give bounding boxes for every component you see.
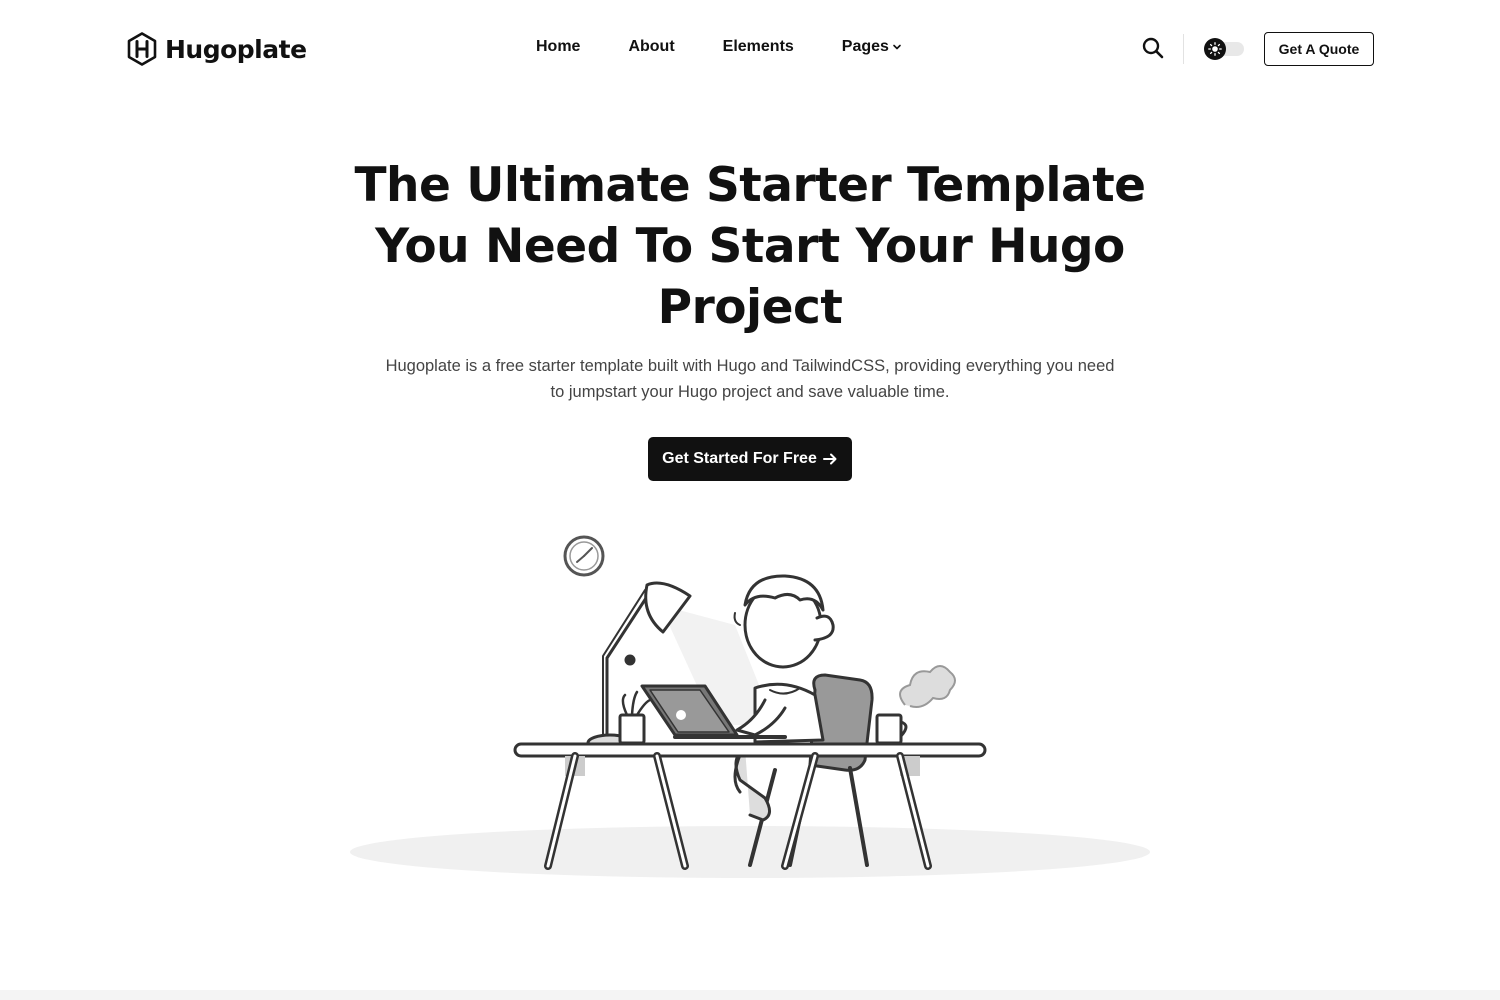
- next-section-edge: [0, 990, 1500, 1000]
- sun-icon: [1208, 42, 1222, 56]
- nav-item-about[interactable]: About: [628, 38, 674, 56]
- plant-pot: [618, 690, 652, 745]
- nav-item-elements[interactable]: Elements: [723, 38, 794, 56]
- nav-item-home[interactable]: Home: [536, 38, 580, 56]
- nav-item-pages[interactable]: Pages: [842, 38, 902, 56]
- main-nav: Home About Elements Pages: [536, 38, 902, 56]
- arrow-right-icon: [822, 453, 837, 465]
- logo-text: Hugoplate: [165, 34, 307, 64]
- coffee-mug: [875, 665, 956, 745]
- hero-title: The Ultimate Starter Template You Need T…: [354, 158, 1146, 335]
- hexagon-h-logo-icon: [127, 32, 157, 66]
- hero-description: Hugoplate is a free starter template bui…: [385, 357, 1115, 401]
- get-started-button[interactable]: Get Started For Free: [648, 437, 852, 481]
- clock-icon: [563, 535, 605, 577]
- header-divider: [1183, 34, 1184, 64]
- theme-toggle[interactable]: [1204, 38, 1244, 60]
- chevron-down-icon: [893, 44, 901, 50]
- site-logo[interactable]: Hugoplate: [127, 32, 307, 66]
- toggle-knob: [1204, 38, 1226, 60]
- hero-illustration: [350, 535, 1150, 878]
- get-started-label: Get Started For Free: [662, 450, 817, 467]
- nav-item-pages-label: Pages: [841, 38, 889, 55]
- site-header: Hugoplate Home About Elements Pages Get …: [0, 0, 1500, 98]
- search-icon: [1142, 37, 1164, 59]
- get-a-quote-button[interactable]: Get A Quote: [1264, 32, 1374, 66]
- search-button[interactable]: [1141, 36, 1165, 60]
